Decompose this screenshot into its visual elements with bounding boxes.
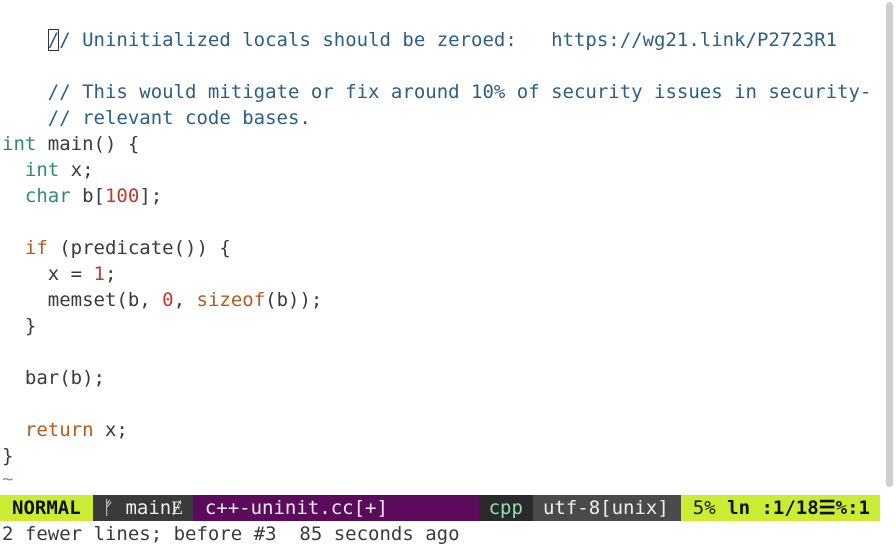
- code-text: memset(b,: [47, 289, 163, 311]
- keyword-if: if: [24, 237, 48, 259]
- editor-buffer[interactable]: // Uninitialized locals should be zeroed…: [0, 0, 880, 548]
- code-text: bar(b);: [24, 367, 105, 389]
- keyword-return: return: [24, 419, 94, 441]
- scrollbar-thumb[interactable]: [886, 2, 893, 487]
- keyword-sizeof: sizeof: [196, 289, 266, 311]
- end-of-buffer-marker: ~: [2, 468, 14, 490]
- code-line-8: char b[100];: [2, 183, 162, 209]
- code-line-6: int main() {: [2, 131, 139, 157]
- column-position: ☰%:1: [818, 497, 870, 519]
- code-line-4: // relevant code bases.: [2, 79, 311, 129]
- number-literal: 100: [104, 185, 140, 207]
- keyword-char: char: [24, 185, 71, 207]
- code-text: x;: [59, 159, 94, 181]
- keyword-int: int: [24, 159, 60, 181]
- keyword-int: int: [2, 133, 37, 155]
- code-text: (b));: [265, 289, 323, 311]
- code-text: main() {: [36, 133, 140, 155]
- code-text: ,: [173, 289, 197, 311]
- vertical-scrollbar[interactable]: [882, 0, 896, 548]
- code-text: b[: [70, 185, 105, 207]
- code-text: }: [2, 445, 14, 467]
- code-line-13: }: [2, 313, 36, 339]
- code-line-18: }: [2, 443, 13, 469]
- code-text: (predicate()) {: [47, 237, 231, 259]
- number-literal: 1: [93, 263, 105, 285]
- code-text: ;: [104, 263, 117, 285]
- code-text: }: [24, 315, 37, 337]
- line-position: ln :1/18: [727, 497, 819, 519]
- file-name: c++-uninit.cc[+]: [192, 495, 479, 521]
- git-branch: ᚠ mainɆ: [92, 495, 193, 521]
- file-encoding: utf-8[unix]: [532, 495, 681, 521]
- code-line-12: memset(b, 0, sizeof(b));: [2, 287, 323, 313]
- code-line-11: x = 1;: [2, 261, 117, 287]
- git-branch-label: ᚠ main: [102, 497, 172, 519]
- comment-text: / Uninitialized locals should be zeroed:…: [59, 29, 838, 51]
- scroll-percent: 5%: [692, 497, 716, 519]
- git-branch-suffix: Ɇ: [171, 497, 183, 519]
- comment-text: // relevant code bases.: [47, 107, 311, 129]
- command-line-message: 2 fewer lines; before #3 85 seconds ago: [2, 523, 460, 545]
- number-literal: 0: [162, 289, 174, 311]
- code-line-17: return x;: [2, 417, 128, 443]
- text-cursor: /: [47, 29, 60, 51]
- file-type: cpp: [478, 495, 533, 521]
- status-line: NORMAL ᚠ mainɆ c++-uninit.cc[+] cpp utf-…: [0, 495, 880, 521]
- code-text: ];: [139, 185, 163, 207]
- code-line-1: // Uninitialized locals should be zeroed…: [2, 1, 837, 51]
- code-line-15: bar(b);: [2, 365, 105, 391]
- code-line-3: // This would mitigate or fix around 10%…: [2, 53, 872, 103]
- code-text: x =: [47, 263, 94, 285]
- code-text: x;: [93, 419, 128, 441]
- cursor-position: 5% ln :1/18☰%:1: [680, 495, 880, 521]
- mode-indicator: NORMAL: [0, 495, 93, 521]
- code-line-7: int x;: [2, 157, 94, 183]
- code-line-10: if (predicate()) {: [2, 235, 231, 261]
